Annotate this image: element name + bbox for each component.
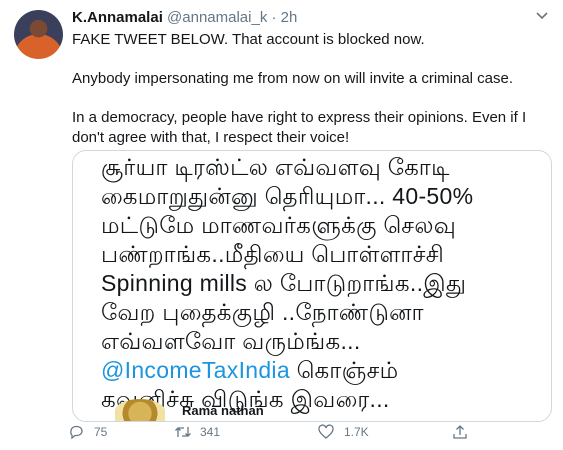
quoted-line: சூர்யா டிரஸ்ட்ல எவ்வளவு கோடி: [101, 154, 450, 180]
quoted-avatar: [115, 399, 165, 421]
quoted-line: Spinning mills ல போடுறாங்க..இது: [101, 270, 467, 296]
share-button[interactable]: [452, 424, 468, 440]
tweet-paragraph: FAKE TWEET BELOW. That account is blocke…: [72, 31, 425, 48]
separator: ·: [271, 9, 277, 26]
quoted-line: வேற புதைக்குழி ..நோண்டுனா: [101, 299, 424, 325]
retweet-icon: [174, 424, 191, 440]
quoted-line: கைமாறுதுன்னு தெரியுமா... 40-50%: [101, 183, 474, 209]
quoted-line: மட்டுமே மாணவர்களுக்கு செலவு: [101, 212, 457, 238]
mention-link[interactable]: @IncomeTaxIndia: [101, 357, 290, 383]
chevron-down-icon[interactable]: [534, 7, 550, 28]
like-button[interactable]: 1.7K: [318, 424, 369, 440]
author-handle[interactable]: @annamalai_k: [167, 9, 267, 26]
author-name[interactable]: K.Annamalai: [72, 9, 163, 26]
reply-icon: [68, 424, 84, 440]
tweet-paragraph: In a democracy, people have right to exp…: [72, 109, 527, 146]
quoted-line: @IncomeTaxIndia கொஞ்சம்: [101, 356, 473, 385]
tweet-header: K.Annamalai @annamalai_k · 2h: [72, 9, 297, 27]
avatar[interactable]: [14, 10, 63, 59]
tweet-paragraph: Anybody impersonating me from now on wil…: [72, 70, 514, 87]
quoted-line-suffix: கொஞ்சம்: [289, 357, 399, 383]
timestamp[interactable]: 2h: [281, 9, 298, 26]
quoted-line: பண்றாங்க..மீதியை பொள்ளாச்சி: [101, 241, 445, 267]
like-count: 1.7K: [344, 425, 369, 439]
quoted-footer: Rama nathan: [113, 395, 551, 421]
quoted-author-name: Rama nathan: [182, 403, 264, 418]
action-bar: 75 341 1.7K: [68, 424, 528, 444]
quoted-tweet-card[interactable]: சூர்யா டிரஸ்ட்ல எவ்வளவு கோடி கைமாறுதுன்ன…: [72, 150, 552, 422]
share-icon: [452, 424, 468, 440]
retweet-count: 341: [200, 425, 221, 439]
reply-count: 75: [94, 425, 108, 439]
reply-button[interactable]: 75: [68, 424, 107, 440]
tweet-text: FAKE TWEET BELOW. That account is blocke…: [72, 30, 552, 167]
quoted-line: எவ்வளவோ வரும்ங்க...: [101, 328, 361, 354]
quoted-tweet-text: சூர்யா டிரஸ்ட்ல எவ்வளவு கோடி கைமாறுதுன்ன…: [101, 153, 473, 414]
like-icon: [318, 424, 334, 440]
retweet-button[interactable]: 341: [174, 424, 220, 440]
